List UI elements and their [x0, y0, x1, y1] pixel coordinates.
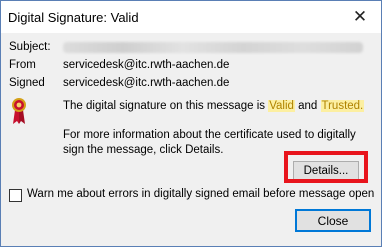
from-value: servicedesk@itc.rwth-aachen.de [63, 59, 230, 71]
digital-signature-dialog: Digital Signature: Valid ✕ Subject: From… [0, 0, 382, 247]
title-bar: Digital Signature: Valid ✕ [1, 1, 381, 33]
award-ribbon-icon [12, 98, 26, 124]
warn-errors-label[interactable]: Warn me about errors in digitally signed… [27, 188, 374, 200]
signed-label: Signed [9, 77, 45, 89]
close-icon[interactable]: ✕ [345, 4, 375, 30]
status-and: and [294, 100, 321, 112]
info-line-2: sign the message, click Details. [63, 144, 224, 156]
trusted-status: Trusted. [320, 100, 365, 112]
signature-status-line: The digital signature on this message is… [63, 99, 365, 113]
details-button[interactable]: Details... [293, 161, 359, 181]
signed-value: servicedesk@itc.rwth-aachen.de [63, 77, 230, 89]
dialog-title: Digital Signature: Valid [8, 10, 139, 25]
subject-value-redacted [63, 42, 363, 53]
from-label: From [9, 59, 36, 71]
warn-errors-checkbox[interactable] [9, 189, 22, 202]
status-prefix: The digital signature on this message is [63, 100, 269, 112]
valid-status: Valid [268, 100, 295, 112]
subject-label: Subject: [9, 41, 51, 53]
close-button[interactable]: Close [295, 209, 371, 232]
info-line-1: For more information about the certifica… [63, 129, 356, 141]
